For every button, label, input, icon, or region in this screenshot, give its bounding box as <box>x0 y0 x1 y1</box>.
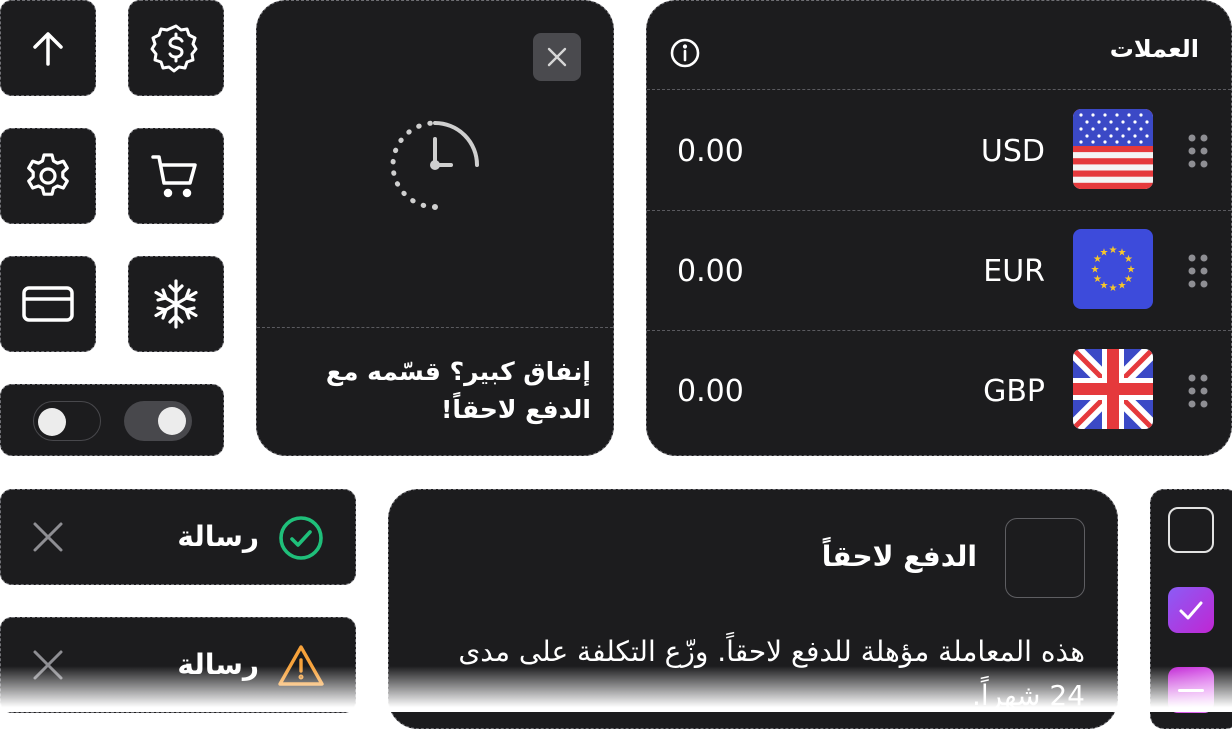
svg-text:★: ★ <box>1109 245 1118 256</box>
card-divider <box>257 327 613 328</box>
currency-amount: 0.00 <box>677 134 744 169</box>
eu-flag-icon: ★ ★ ★ ★ ★ ★ ★ ★ ★ ★ ★ ★ <box>1073 229 1153 309</box>
currencies-title: العملات <box>1109 35 1199 63</box>
uk-flag-icon <box>1073 349 1153 429</box>
currency-code: GBP <box>983 374 1045 409</box>
warning-icon <box>278 645 324 686</box>
currency-code: USD <box>980 134 1045 169</box>
currency-code: EUR <box>983 254 1045 289</box>
cart-icon <box>151 155 197 198</box>
checkbox-column-card <box>1150 489 1232 729</box>
checkbox-indeterminate[interactable] <box>1168 667 1214 713</box>
grip-icon[interactable] <box>1187 253 1209 289</box>
cart-tile[interactable] <box>128 128 224 224</box>
close-button[interactable] <box>533 33 581 81</box>
svg-text:★: ★ <box>1100 248 1109 259</box>
pay-later-checkbox[interactable] <box>1005 518 1085 598</box>
bnpl-promo-text: إنفاق كبير؟ قسّمه مع الدفع لاحقاً! <box>325 357 591 424</box>
pay-later-label: الدفع لاحقاً <box>821 540 977 573</box>
settings-icon <box>27 153 69 196</box>
clock-partial-icon <box>390 120 479 210</box>
bnpl-promo-card: إنفاق كبير؟ قسّمه مع الدفع لاحقاً! <box>256 0 614 456</box>
arrow-up-icon <box>33 32 63 66</box>
svg-text:★: ★ <box>1109 283 1118 294</box>
close-icon[interactable] <box>31 520 65 554</box>
grip-icon[interactable] <box>1187 133 1209 169</box>
toggle-off[interactable] <box>33 401 101 441</box>
snowflake-icon <box>154 279 198 329</box>
toast-message: رسالة <box>177 648 259 681</box>
currency-amount: 0.00 <box>677 374 744 409</box>
settings-tile[interactable] <box>0 128 96 224</box>
currency-row-eur[interactable]: 0.00 EUR ★ ★ ★ ★ ★ ★ ★ ★ ★ ★ ★ ★ <box>647 210 1231 331</box>
checkbox-unchecked[interactable] <box>1168 507 1214 553</box>
grip-icon[interactable] <box>1187 373 1209 409</box>
svg-text:★: ★ <box>1091 265 1100 276</box>
toggle-knob <box>158 407 186 435</box>
pay-later-card: الدفع لاحقاً هذه المعاملة مؤهلة للدفع لا… <box>388 489 1118 729</box>
svg-text:★: ★ <box>1093 274 1102 285</box>
snowflake-tile[interactable] <box>128 256 224 352</box>
dollar-badge-icon <box>150 24 198 73</box>
svg-text:★: ★ <box>1124 254 1133 265</box>
currency-row-usd[interactable]: 0.00 USD <box>647 90 1231 211</box>
pay-later-description: هذه المعاملة مؤهلة للدفع لاحقاً. وزّع ال… <box>458 635 1085 712</box>
arrow-up-tile[interactable] <box>0 0 96 96</box>
close-icon[interactable] <box>31 648 65 682</box>
minus-icon <box>1178 688 1204 692</box>
svg-text:★: ★ <box>1118 281 1127 292</box>
us-flag-icon <box>1073 109 1153 189</box>
currency-row-gbp[interactable]: 0.00 GBP <box>647 330 1231 450</box>
check-circle-icon <box>279 516 323 560</box>
checkbox-checked[interactable] <box>1168 587 1214 633</box>
checkmark-icon <box>1179 601 1203 620</box>
toggle-knob <box>38 408 66 436</box>
card-tile[interactable] <box>0 256 96 352</box>
close-icon <box>547 47 567 67</box>
currencies-header: العملات <box>647 1 1231 90</box>
toast-success: رسالة <box>0 489 356 585</box>
toggle-on[interactable] <box>124 401 192 441</box>
currency-amount: 0.00 <box>677 254 744 289</box>
toast-message: رسالة <box>177 520 259 553</box>
toast-warning: رسالة <box>0 617 356 713</box>
dollar-badge-tile[interactable] <box>128 0 224 96</box>
toggles-card <box>0 384 224 456</box>
info-icon[interactable] <box>669 37 701 69</box>
card-icon <box>22 286 74 322</box>
currencies-card: العملات 0.00 USD 0.00 EUR ★ ★ ★ ★ ★ ★ ★ … <box>646 0 1232 456</box>
